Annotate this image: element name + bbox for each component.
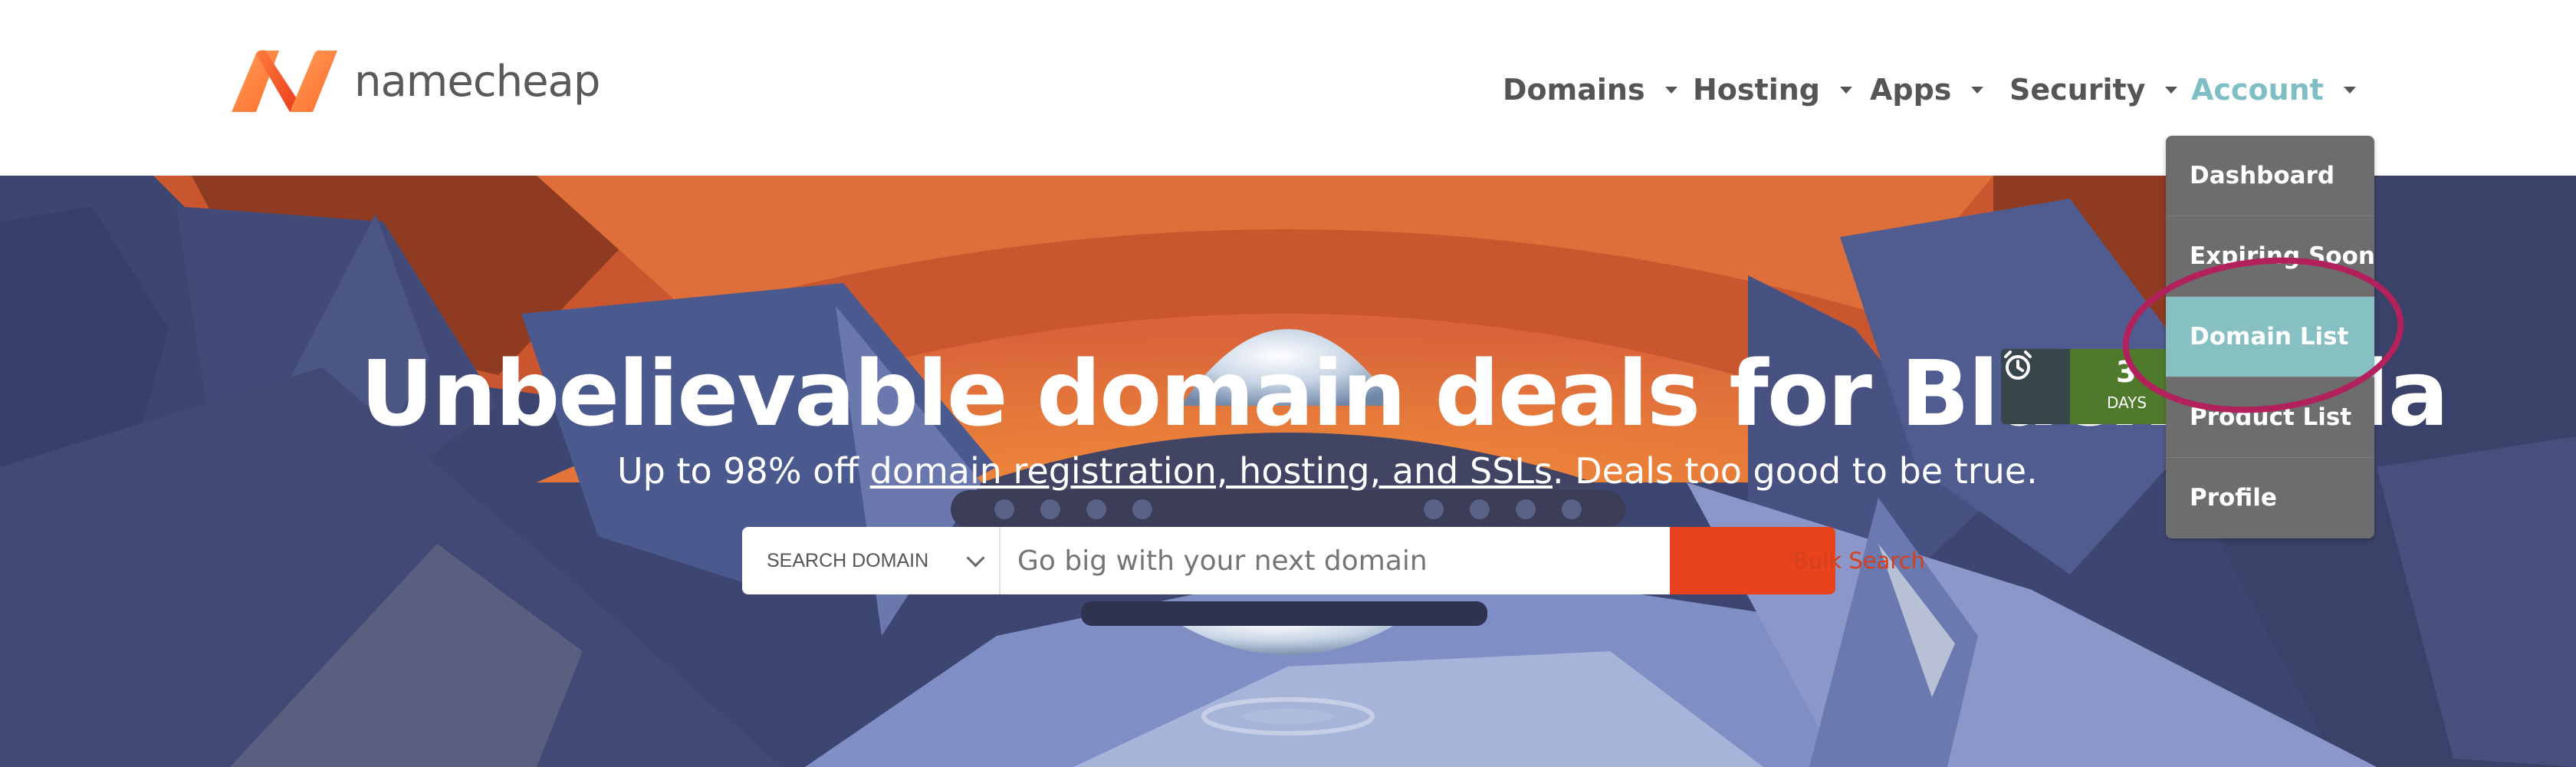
menu-item-expiring-soon[interactable]: Expiring Soon — [2166, 216, 2374, 297]
chevron-down-icon — [966, 548, 985, 568]
hero-subline-prefix: Up to 98% off — [617, 450, 870, 492]
menu-item-domain-list[interactable]: Domain List — [2166, 297, 2374, 377]
bulk-search-link[interactable]: Bulk Search — [1793, 527, 1925, 594]
caret-down-icon — [2343, 86, 2356, 94]
caret-down-icon — [2165, 86, 2178, 94]
search-icon — [744, 529, 777, 561]
nav-apps[interactable]: Apps — [1870, 73, 1984, 107]
countdown-days-value: 3 — [2116, 355, 2137, 389]
search-input-wrap: Bulk Search — [1001, 527, 1925, 594]
nav-domains[interactable]: Domains — [1503, 73, 1677, 107]
caret-down-icon — [1839, 86, 1852, 94]
hero-subline-link[interactable]: domain registration, hosting, and SSLs — [870, 450, 1552, 492]
countdown-days-label: DAYS — [2107, 393, 2147, 412]
search-type-select[interactable]: SEARCH DOMAIN — [742, 527, 1001, 594]
account-dropdown-menu: Dashboard Expiring Soon Domain List Prod… — [2166, 136, 2374, 538]
search-type-label: SEARCH DOMAIN — [767, 549, 929, 571]
alarm-clock-icon — [2001, 349, 2070, 424]
nav-hosting[interactable]: Hosting — [1693, 73, 1852, 107]
nav-hosting-label: Hosting — [1693, 73, 1820, 107]
menu-item-dashboard[interactable]: Dashboard — [2166, 136, 2374, 216]
nav-security-label: Security — [2009, 73, 2146, 107]
menu-item-product-list[interactable]: Product List — [2166, 377, 2374, 458]
hero-subline-suffix: . Deals too good to be true. — [1552, 450, 2038, 492]
nav-security[interactable]: Security — [2009, 73, 2178, 107]
domain-search-bar: SEARCH DOMAIN Bulk Search — [742, 527, 1925, 594]
nav-account-label: Account — [2191, 73, 2324, 107]
nav-domains-label: Domains — [1503, 73, 1645, 107]
menu-item-profile[interactable]: Profile — [2166, 458, 2374, 538]
caret-down-icon — [1971, 86, 1984, 94]
nav-account[interactable]: Account — [2191, 73, 2356, 107]
hero-subline: Up to 98% off domain registration, hosti… — [617, 450, 2038, 492]
search-input[interactable] — [1001, 527, 1670, 594]
nav-apps-label: Apps — [1870, 73, 1952, 107]
caret-down-icon — [1664, 86, 1677, 94]
main-nav: Domains Hosting Apps Security Account — [0, 73, 2576, 119]
